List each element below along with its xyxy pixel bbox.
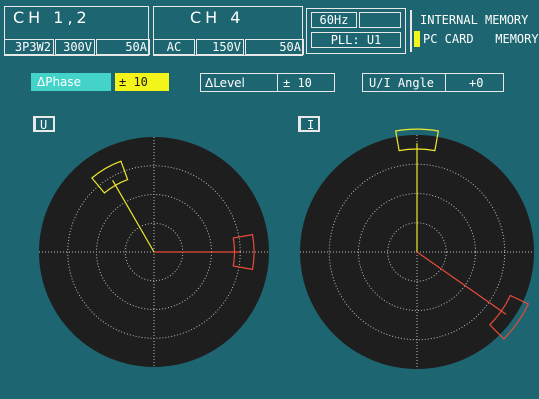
i-dial-group: [300, 128, 534, 369]
u-phasor-dial: [39, 128, 534, 369]
u-dial-group: [39, 137, 269, 367]
